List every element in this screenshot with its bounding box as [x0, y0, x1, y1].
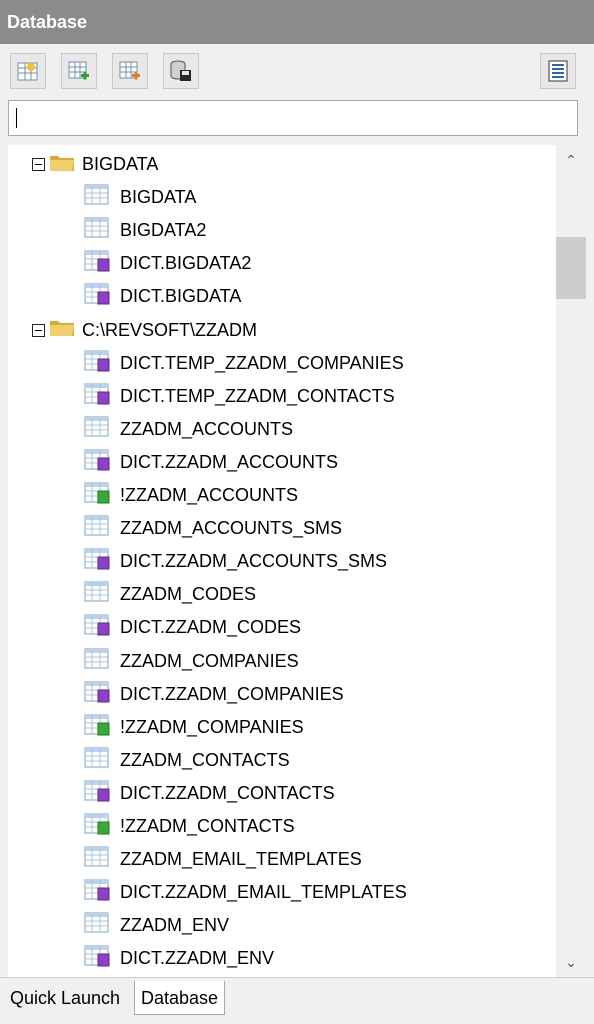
- table-icon: [84, 747, 120, 774]
- text-caret: [16, 108, 17, 128]
- table-icon: [84, 217, 120, 244]
- toolbar: [0, 44, 594, 100]
- vertical-scrollbar[interactable]: ⌃ ⌄: [556, 145, 586, 977]
- tab-database[interactable]: Database: [134, 981, 226, 1015]
- tree-group[interactable]: BIGDATA: [32, 148, 158, 181]
- tree-item[interactable]: !ZZADM_CONTACTS: [84, 810, 295, 843]
- table-icon: [84, 912, 120, 939]
- tree-item-label: BIGDATA2: [120, 220, 207, 241]
- tree-item[interactable]: ZZADM_COMPANIES: [84, 645, 299, 678]
- dict-table-icon: [84, 283, 120, 310]
- tree-item[interactable]: ZZADM_ACCOUNTS_SMS: [84, 512, 342, 545]
- tree-group[interactable]: C:\REVSOFT\ZZADM: [32, 314, 257, 347]
- tree-item[interactable]: DICT.ZZADM_CODES: [84, 611, 301, 644]
- tree-item-label: DICT.TEMP_ZZADM_COMPANIES: [120, 352, 404, 373]
- tree-item-label: DICT.ZZADM_COMPANIES: [120, 683, 344, 704]
- tree-item-label: ZZADM_ACCOUNTS_SMS: [120, 518, 343, 539]
- dict-table-icon: [84, 548, 120, 575]
- tab-quick-launch[interactable]: Quick Launch: [4, 981, 126, 1015]
- dict-table-icon: [84, 681, 120, 708]
- tree-item-label: DICT.ZZADM_EMAIL_TEMPLATES: [120, 882, 407, 903]
- tree-item[interactable]: !ZZADM_COMPANIES: [84, 711, 304, 744]
- tree-item[interactable]: DICT.TEMP_ZZADM_COMPANIES: [84, 347, 404, 380]
- tree-group-label: C:\REVSOFT\ZZADM: [82, 319, 257, 340]
- table-icon: [84, 416, 120, 443]
- tree-item-label: DICT.ZZADM_CONTACTS: [120, 782, 335, 803]
- tree-item-label: DICT.TEMP_ZZADM_CONTACTS: [120, 385, 395, 406]
- folder-icon: [49, 317, 82, 343]
- search-input[interactable]: [8, 100, 578, 136]
- tree-item-label: ZZADM_ACCOUNTS: [120, 418, 294, 439]
- tree-item-label: !ZZADM_ACCOUNTS: [120, 485, 299, 505]
- tree-item[interactable]: DICT.ZZADM_EMAIL_TEMPLATES: [84, 876, 407, 909]
- tree-item[interactable]: DICT.ZZADM_COMPANIES: [84, 678, 344, 711]
- tree-item[interactable]: DICT.ZZADM_ENV: [84, 942, 274, 975]
- dict-table-icon: [84, 449, 120, 476]
- database-save-icon: [170, 60, 191, 81]
- tree-item-label: ZZADM_CONTACTS: [120, 749, 290, 770]
- tree-item-label: DICT.BIGDATA2: [120, 253, 252, 274]
- table-icon: [84, 184, 120, 211]
- table-icon: [84, 581, 120, 608]
- add-table-button[interactable]: [61, 53, 97, 89]
- panel-title: Database: [0, 0, 594, 44]
- tree-item-label: DICT.ZZADM_ACCOUNTS: [120, 451, 339, 472]
- table-icon: [84, 648, 120, 675]
- tree-item-label: ZZADM_ENV: [120, 915, 230, 936]
- index-table-icon: [84, 714, 120, 741]
- tree-item[interactable]: DICT.BIGDATA2: [84, 247, 251, 280]
- tree-item[interactable]: DICT.TEMP_ZZADM_CONTACTS: [84, 380, 395, 413]
- tree-item[interactable]: ZZADM_ENV: [84, 909, 229, 942]
- tree-item-label: DICT.ZZADM_ENV: [120, 948, 275, 969]
- dict-table-icon: [84, 350, 120, 377]
- database-save-button[interactable]: [163, 53, 199, 89]
- tree-item[interactable]: ZZADM_EMAIL_TEMPLATES: [84, 843, 362, 876]
- tree-item[interactable]: !ZZADM_ACCOUNTS: [84, 479, 298, 512]
- table-icon: [84, 846, 120, 873]
- dict-table-icon: [84, 614, 120, 641]
- new-table-button[interactable]: [10, 53, 46, 89]
- tree-item-label: DICT.ZZADM_ACCOUNTS_SMS: [120, 551, 388, 572]
- folder-icon: [49, 152, 82, 178]
- dict-table-icon: [84, 879, 120, 906]
- tree-item-label: ZZADM_EMAIL_TEMPLATES: [120, 849, 362, 870]
- attach-table-icon: [119, 61, 140, 80]
- index-table-icon: [84, 482, 120, 509]
- tree-item-label: !ZZADM_COMPANIES: [120, 716, 304, 737]
- scroll-down-icon[interactable]: ⌄: [556, 947, 586, 977]
- tree-item[interactable]: DICT.ZZADM_ACCOUNTS: [84, 446, 338, 479]
- dict-table-icon: [84, 383, 120, 410]
- scrollbar-thumb[interactable]: [556, 237, 586, 299]
- dict-table-icon: [84, 780, 120, 807]
- tree-item[interactable]: DICT.ZZADM_ACCOUNTS_SMS: [84, 545, 387, 578]
- list-view-button[interactable]: [540, 53, 576, 89]
- tree-item[interactable]: ZZADM_CONTACTS: [84, 744, 290, 777]
- tree-item-label: DICT.BIGDATA: [120, 286, 242, 307]
- tree-item[interactable]: BIGDATA: [84, 181, 196, 214]
- tree-item-label: ZZADM_COMPANIES: [120, 650, 299, 671]
- database-tree: BIGDATA BIGDATA BIGDATA2 DICT.BIGDATA2 DICT.…: [8, 145, 586, 977]
- bottom-tabs: Quick Launch Database: [0, 977, 594, 1024]
- tree-item-label: !ZZADM_CONTACTS: [120, 816, 295, 836]
- scroll-up-icon[interactable]: ⌃: [556, 145, 586, 175]
- attach-table-button[interactable]: [112, 53, 148, 89]
- new-table-icon: [17, 62, 38, 81]
- add-table-icon: [68, 61, 89, 80]
- dict-table-icon: [84, 250, 120, 277]
- collapse-icon[interactable]: [32, 323, 45, 337]
- tree-group-label: BIGDATA: [82, 154, 159, 174]
- tree-item[interactable]: BIGDATA2: [84, 214, 206, 247]
- tree-item-label: ZZADM_CODES: [120, 584, 257, 605]
- index-table-icon: [84, 813, 120, 840]
- tree-item-label: BIGDATA: [120, 187, 197, 208]
- table-icon: [84, 515, 120, 542]
- list-view-icon: [548, 60, 568, 82]
- tree-item[interactable]: DICT.ZZADM_CONTACTS: [84, 777, 335, 810]
- tree-item[interactable]: ZZADM_CODES: [84, 578, 256, 611]
- tree-item[interactable]: ZZADM_ACCOUNTS: [84, 413, 293, 446]
- tree-item[interactable]: DICT.BIGDATA: [84, 280, 241, 313]
- tree-item-label: DICT.ZZADM_CODES: [120, 617, 302, 638]
- collapse-icon[interactable]: [32, 158, 45, 171]
- dict-table-icon: [84, 945, 120, 972]
